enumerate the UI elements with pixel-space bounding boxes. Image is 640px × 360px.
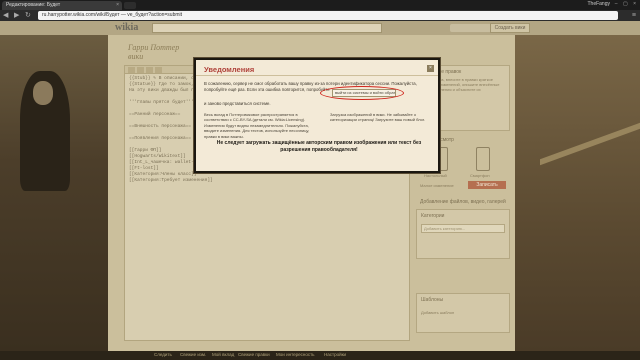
code-line: ==Появления персонажа== bbox=[129, 136, 192, 141]
toolbar-link[interactable]: Мои интересность bbox=[276, 352, 314, 357]
background-figure-face bbox=[33, 81, 53, 105]
code-line: [[Гарри ФП]] bbox=[129, 148, 162, 153]
wiki-search-input[interactable] bbox=[152, 23, 382, 33]
link-icon[interactable] bbox=[146, 67, 153, 73]
code-line: [[Категория:Требует изменения]] bbox=[129, 178, 213, 183]
mobile-preview-icon[interactable] bbox=[476, 147, 490, 171]
license-info: Весь вклад в Поттеровиковое распространя… bbox=[204, 112, 310, 139]
mobile-label: Смартфон bbox=[470, 173, 490, 178]
italic-icon[interactable] bbox=[137, 67, 144, 73]
wiki-header: wikia Создать вики bbox=[0, 21, 640, 35]
wikia-toolbar: Следить Свежие изм. Мой вклад Свежие пра… bbox=[0, 351, 640, 360]
modal-header: Уведомления × bbox=[196, 60, 438, 76]
red-annotation-circle bbox=[320, 86, 404, 100]
page: wikia Создать вики Гарри Поттер вики {{S… bbox=[0, 21, 640, 351]
templates-title: Шаблоны bbox=[421, 297, 444, 303]
browser-user: TheFangy bbox=[587, 1, 610, 7]
toolbar-link[interactable]: Следить bbox=[154, 352, 172, 357]
reload-icon[interactable]: ↻ bbox=[25, 11, 31, 20]
code-line: ==Ранний персонаж== bbox=[129, 112, 181, 117]
add-media-link[interactable]: Добавление файлов, видео, галерей bbox=[420, 199, 506, 205]
modal-title: Уведомления bbox=[204, 65, 255, 74]
templates-box: Шаблоны Добавить шаблон bbox=[416, 293, 510, 333]
desktop-label: Настольный bbox=[424, 173, 447, 178]
close-icon[interactable]: × bbox=[427, 65, 434, 72]
background-photo-right bbox=[515, 35, 640, 351]
code-line: ==Внешность персонажа== bbox=[129, 124, 192, 129]
toolbar-link[interactable]: Настройки bbox=[324, 352, 346, 357]
toolbar-link[interactable]: Свежие правки bbox=[238, 352, 270, 357]
copyright-warning: Не следует загружать защищённые авторски… bbox=[216, 140, 422, 153]
wikia-logo[interactable]: wikia bbox=[115, 22, 138, 33]
code-line: [[Ft-lost]] bbox=[129, 166, 159, 171]
forward-icon[interactable]: ▶ bbox=[14, 11, 19, 20]
address-bar: ◀ ▶ ↻ ru.harrypotter.wikia.com/wiki/Буде… bbox=[0, 10, 640, 21]
code-line: [[Категория:Члены класс]] bbox=[129, 172, 197, 177]
toolbar-link[interactable]: Мой вклад bbox=[212, 352, 234, 357]
modal-message-tail: и заново представиться системе. bbox=[204, 101, 271, 106]
publish-button[interactable]: Записать bbox=[468, 181, 506, 189]
create-wiki-button[interactable]: Создать вики bbox=[490, 23, 530, 33]
browser-tab[interactable]: Редактирование: Будет × bbox=[2, 1, 122, 10]
tab-close-icon[interactable]: × bbox=[116, 1, 119, 10]
window-controls[interactable]: – ▢ × bbox=[615, 1, 638, 7]
upload-info: Загрузка изображений в вики. Не забывайт… bbox=[330, 112, 425, 123]
bold-icon[interactable] bbox=[128, 67, 135, 73]
add-template-link[interactable]: Добавить шаблон bbox=[421, 310, 454, 315]
menu-icon[interactable]: ≡ bbox=[632, 11, 636, 20]
categories-box: Категории Добавить категорию... bbox=[416, 209, 510, 259]
back-icon[interactable]: ◀ bbox=[3, 11, 8, 20]
toolbar-link[interactable]: Свежие изм. bbox=[180, 352, 206, 357]
notification-modal: Уведомления × В сожалению, сервер не смо… bbox=[194, 58, 440, 173]
tab-title: Редактирование: Будет bbox=[6, 2, 61, 8]
categories-title: Категории bbox=[421, 213, 445, 219]
minor-edit-checkbox[interactable]: Малое изменение bbox=[420, 183, 454, 188]
site-logo[interactable]: Гарри Поттер вики bbox=[128, 43, 184, 63]
new-tab-button[interactable] bbox=[124, 2, 136, 9]
browser-titlebar: Редактирование: Будет × TheFangy – ▢ × bbox=[0, 0, 640, 10]
code-line: [[Hogwarts/Wikitext]] bbox=[129, 154, 186, 159]
image-icon[interactable] bbox=[155, 67, 162, 73]
url-field[interactable]: ru.harrypotter.wikia.com/wiki/Будет — ve… bbox=[38, 11, 618, 20]
category-input[interactable]: Добавить категорию... bbox=[421, 224, 505, 233]
